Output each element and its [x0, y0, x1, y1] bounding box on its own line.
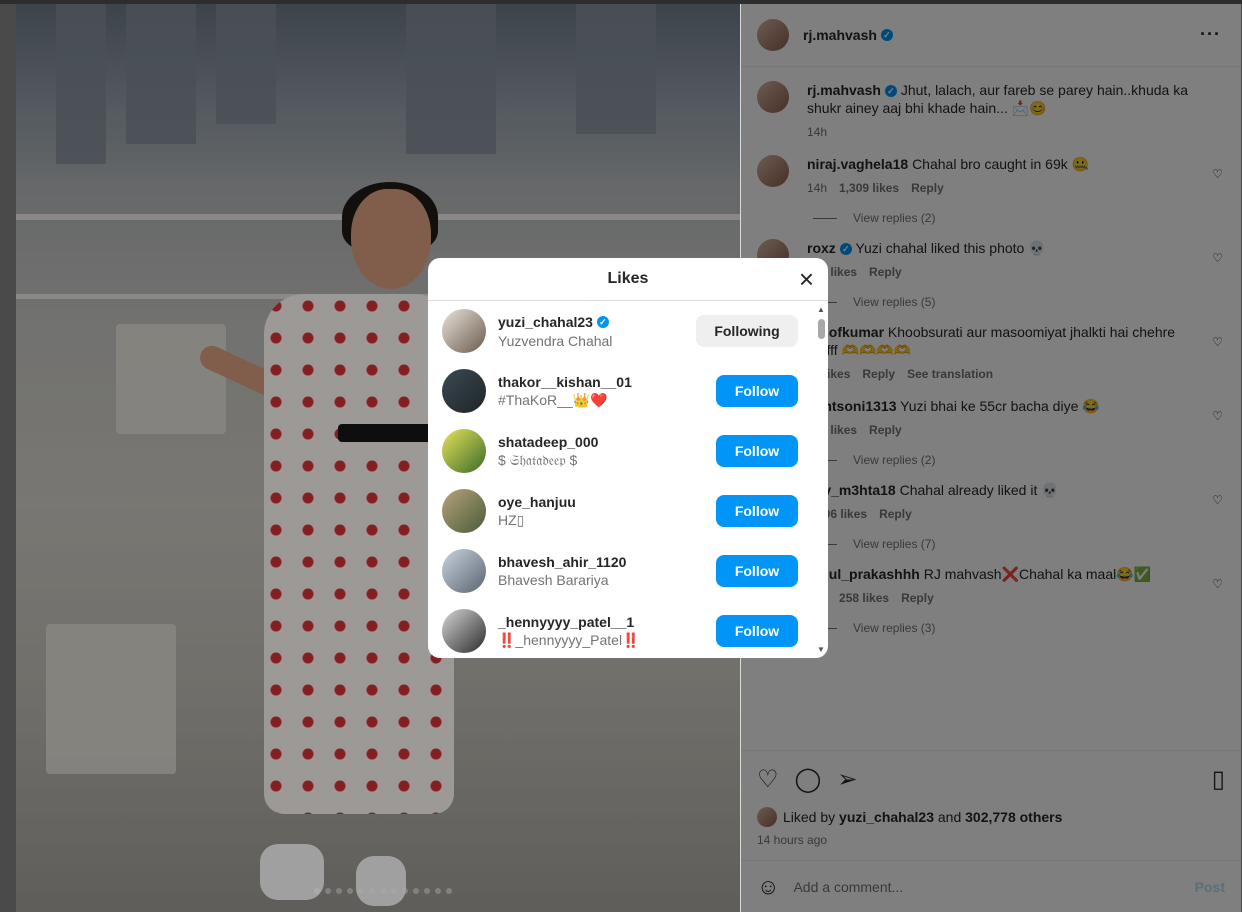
- likes-modal: Likes × yuzi_chahal23 ✓ Yuzvendra Chahal …: [428, 258, 828, 658]
- follow-button[interactable]: Follow: [716, 375, 798, 407]
- follow-button[interactable]: Follow: [716, 615, 798, 647]
- user-avatar[interactable]: [442, 369, 486, 413]
- scroll-down-icon[interactable]: ▼: [817, 645, 825, 654]
- user-username[interactable]: bhavesh_ahir_1120: [498, 553, 716, 571]
- follow-button[interactable]: Follow: [716, 555, 798, 587]
- like-user-row: _hennyyyy_patel__1 ‼️_hennyyyy_Patel‼️ F…: [428, 601, 828, 658]
- user-avatar[interactable]: [442, 609, 486, 653]
- likes-scrollbar[interactable]: ▲ ▼: [816, 305, 826, 654]
- follow-button[interactable]: Follow: [716, 435, 798, 467]
- user-avatar[interactable]: [442, 489, 486, 533]
- user-full-name: #ThaKoR__👑❤️: [498, 392, 608, 408]
- user-avatar[interactable]: [442, 429, 486, 473]
- verified-icon: ✓: [596, 316, 609, 329]
- like-user-row: oye_hanjuu HZ▯ Follow: [428, 481, 828, 541]
- user-avatar[interactable]: [442, 549, 486, 593]
- user-full-name: HZ▯: [498, 512, 525, 528]
- like-user-row: bhavesh_ahir_1120 Bhavesh Barariya Follo…: [428, 541, 828, 601]
- like-user-row: yuzi_chahal23 ✓ Yuzvendra Chahal Followin…: [428, 301, 828, 361]
- user-username[interactable]: oye_hanjuu: [498, 493, 716, 511]
- user-username[interactable]: _hennyyyy_patel__1: [498, 613, 716, 631]
- likes-list[interactable]: yuzi_chahal23 ✓ Yuzvendra Chahal Followin…: [428, 301, 828, 658]
- user-full-name: $ 𝔖𝔥𝔞𝔱𝔞𝔡𝔢𝔢𝔭 $: [498, 452, 578, 468]
- like-user-row: shatadeep_000 $ 𝔖𝔥𝔞𝔱𝔞𝔡𝔢𝔢𝔭 $ Follow: [428, 421, 828, 481]
- close-icon[interactable]: ×: [799, 266, 814, 292]
- user-full-name: Yuzvendra Chahal: [498, 332, 613, 349]
- user-username[interactable]: yuzi_chahal23: [498, 314, 593, 330]
- user-avatar[interactable]: [442, 309, 486, 353]
- user-username[interactable]: thakor__kishan__01: [498, 373, 716, 391]
- user-username[interactable]: shatadeep_000: [498, 433, 716, 451]
- scroll-up-icon[interactable]: ▲: [817, 305, 825, 314]
- user-full-name: Bhavesh Barariya: [498, 572, 609, 588]
- user-full-name: ‼️_hennyyyy_Patel‼️: [498, 632, 640, 648]
- following-button[interactable]: Following: [696, 315, 798, 347]
- likes-modal-title: Likes: [607, 270, 649, 287]
- follow-button[interactable]: Follow: [716, 495, 798, 527]
- like-user-row: thakor__kishan__01 #ThaKoR__👑❤️ Follow: [428, 361, 828, 421]
- likes-modal-header: Likes ×: [428, 258, 828, 301]
- scrollbar-thumb[interactable]: [818, 319, 825, 339]
